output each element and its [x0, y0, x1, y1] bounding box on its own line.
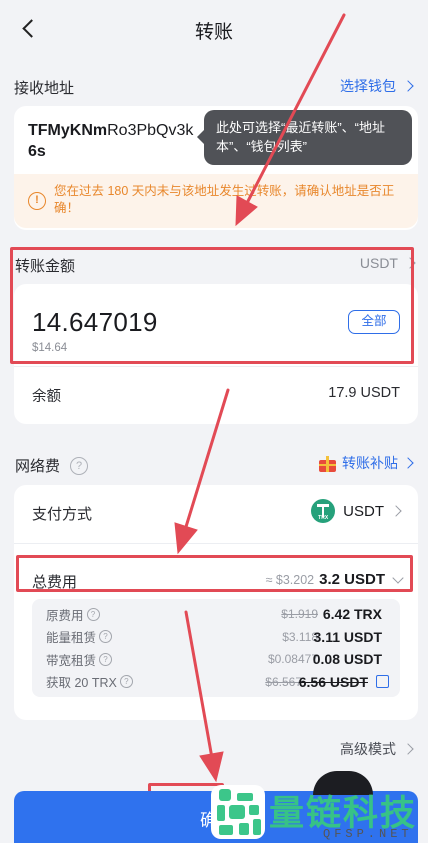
- arrow-line: [244, 13, 346, 207]
- arrow-line: [183, 388, 230, 532]
- watermark: 量链科技 QFSP.NET: [205, 771, 428, 843]
- watermark-domain: QFSP.NET: [323, 827, 413, 841]
- arrow-line: [184, 610, 214, 760]
- arrow-head: [174, 522, 198, 555]
- advanced-mode-link[interactable]: 高级模式: [340, 739, 414, 759]
- chevron-right-icon: [402, 743, 414, 755]
- arrow-head: [235, 195, 258, 227]
- advanced-mode-label: 高级模式: [340, 741, 396, 757]
- watermark-logo-icon: [211, 785, 265, 839]
- annotation-arrows: [174, 13, 346, 783]
